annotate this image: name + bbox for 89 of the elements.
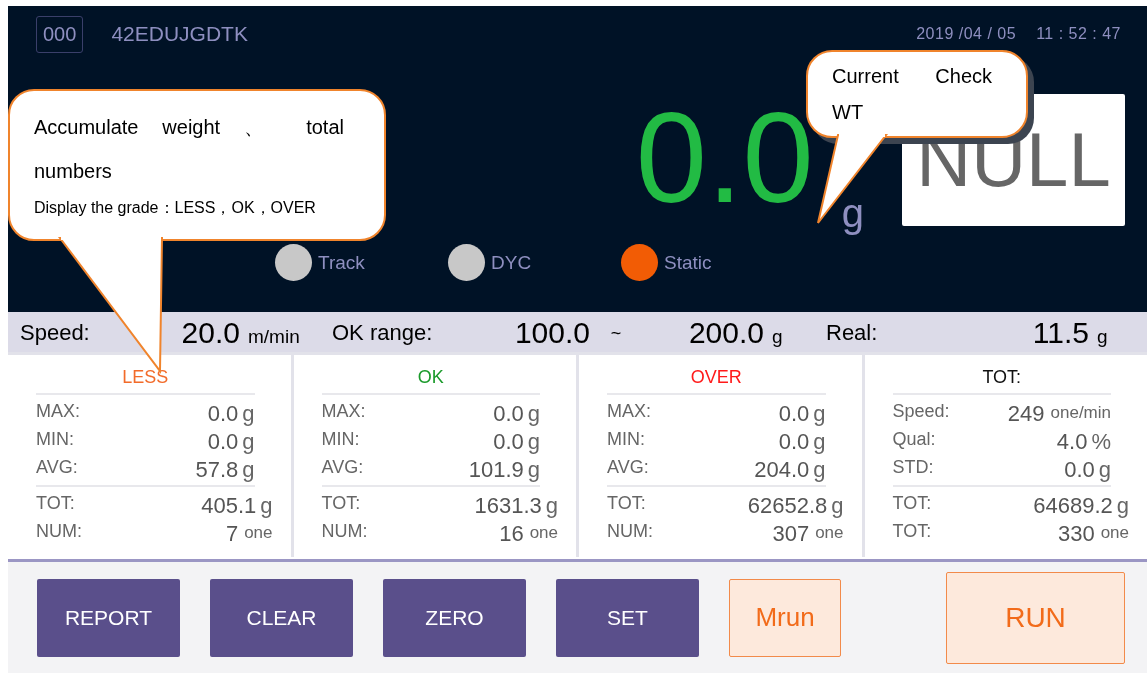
range-unit: g [771, 326, 784, 349]
stat-label: MIN: [607, 428, 646, 450]
stat-label: AVG: [607, 456, 650, 478]
stat-value: 307 [771, 521, 810, 547]
stat-unit: one [814, 522, 844, 543]
real-value: 11.5 [1031, 316, 1089, 350]
ok-range-label: OK range: [331, 320, 434, 347]
status-label: DYC [491, 251, 532, 274]
stat-label: Speed: [892, 400, 951, 422]
stat-label: MAX: [36, 400, 81, 422]
stat-label: MIN: [36, 428, 75, 450]
card-title: OVER [607, 355, 826, 395]
stat-label: TOT: [892, 520, 933, 542]
stat-unit: g [830, 493, 844, 519]
stat-label: AVG: [36, 456, 79, 478]
stat-label: MAX: [321, 400, 367, 422]
card-title: OK [321, 355, 540, 395]
range-separator: ~ [609, 323, 623, 345]
stat-value: 4.0 [1055, 429, 1088, 455]
stat-unit: one [528, 522, 558, 543]
weight-reading: 0.0 [635, 94, 814, 222]
real-unit: g [1096, 326, 1109, 349]
stat-label: TOT: [892, 492, 933, 514]
stat-value: 0.0 [777, 401, 810, 427]
card-title: TOT: [892, 355, 1111, 395]
date-text: 2019 /04 / 05 [916, 25, 1017, 43]
stat-label: NUM: [36, 520, 83, 542]
action-button[interactable]: CLEAR [210, 578, 353, 657]
product-id: 42EDUJGDTK [111, 22, 248, 46]
stat-value: 330 [1056, 521, 1095, 547]
stat-value: 7 [224, 521, 239, 547]
stat-unit: g [812, 429, 826, 455]
stat-label: TOT: [607, 492, 647, 514]
stat-unit: g [526, 429, 540, 455]
status-label: Static [664, 251, 712, 274]
stat-label: TOT: [321, 492, 362, 514]
stat-value: 0.0 [492, 429, 524, 455]
stat-value: 204.0 [753, 457, 810, 483]
action-button[interactable]: SET [556, 578, 699, 657]
stat-unit: one [243, 522, 273, 543]
stat-value: 62652.8 [746, 493, 828, 519]
stat-value: 57.8 [194, 457, 239, 483]
stat-label: NUM: [321, 520, 369, 542]
stat-value: 0.0 [777, 429, 810, 455]
stat-unit: g [526, 457, 540, 483]
device-code: 000 [36, 15, 84, 53]
speed-label: Speed: [19, 320, 91, 347]
stat-value: 249 [1006, 401, 1045, 427]
stat-unit: g [1115, 493, 1129, 519]
action-button[interactable]: REPORT [37, 578, 180, 657]
callout-text: Accumulate weight 、 total numbers [34, 115, 344, 184]
action-button[interactable]: ZERO [383, 578, 526, 657]
stat-unit: g [241, 401, 255, 427]
stat-value: 16 [498, 521, 524, 547]
speed-unit: m/min [247, 326, 301, 349]
range-low-value: 100.0 [513, 316, 590, 350]
stat-value: 64689.2 [1032, 493, 1113, 519]
stat-value: 0.0 [206, 401, 239, 427]
stat-unit: g [241, 429, 255, 455]
time-text: 11 : 52 : 47 [1036, 25, 1121, 43]
stat-value: 405.1 [200, 493, 257, 519]
stat-label: STD: [892, 456, 935, 478]
callout-text: Display the grade：LESS，OK，OVER [34, 198, 317, 218]
stat-unit: g [526, 401, 540, 427]
stat-value: 0.0 [206, 429, 239, 455]
speed-value: 20.0 [180, 316, 240, 350]
stat-unit: g [544, 493, 558, 519]
stat-unit: g [259, 493, 273, 519]
stat-unit: g [1097, 457, 1111, 483]
stat-unit: one/min [1049, 402, 1111, 423]
stat-label: Qual: [892, 428, 937, 450]
stat-unit: g [241, 457, 255, 483]
stat-value: 101.9 [467, 457, 524, 483]
stat-unit: g [812, 401, 826, 427]
stat-label: TOT: [36, 492, 76, 514]
stat-label: NUM: [607, 520, 654, 542]
stat-unit: one [1099, 522, 1129, 543]
stat-label: AVG: [321, 456, 365, 478]
stat-value: 0.0 [1063, 457, 1095, 483]
stat-value: 0.0 [492, 401, 524, 427]
stat-value: 1631.3 [473, 493, 542, 519]
stat-label: MIN: [321, 428, 361, 450]
weight-unit: g [841, 191, 864, 236]
range-high-value: 200.0 [687, 316, 764, 350]
stat-unit: % [1090, 429, 1111, 455]
real-label: Real: [825, 320, 879, 347]
status-label: Track [318, 251, 365, 274]
stat-unit: g [812, 457, 826, 483]
stat-label: MAX: [607, 400, 652, 422]
